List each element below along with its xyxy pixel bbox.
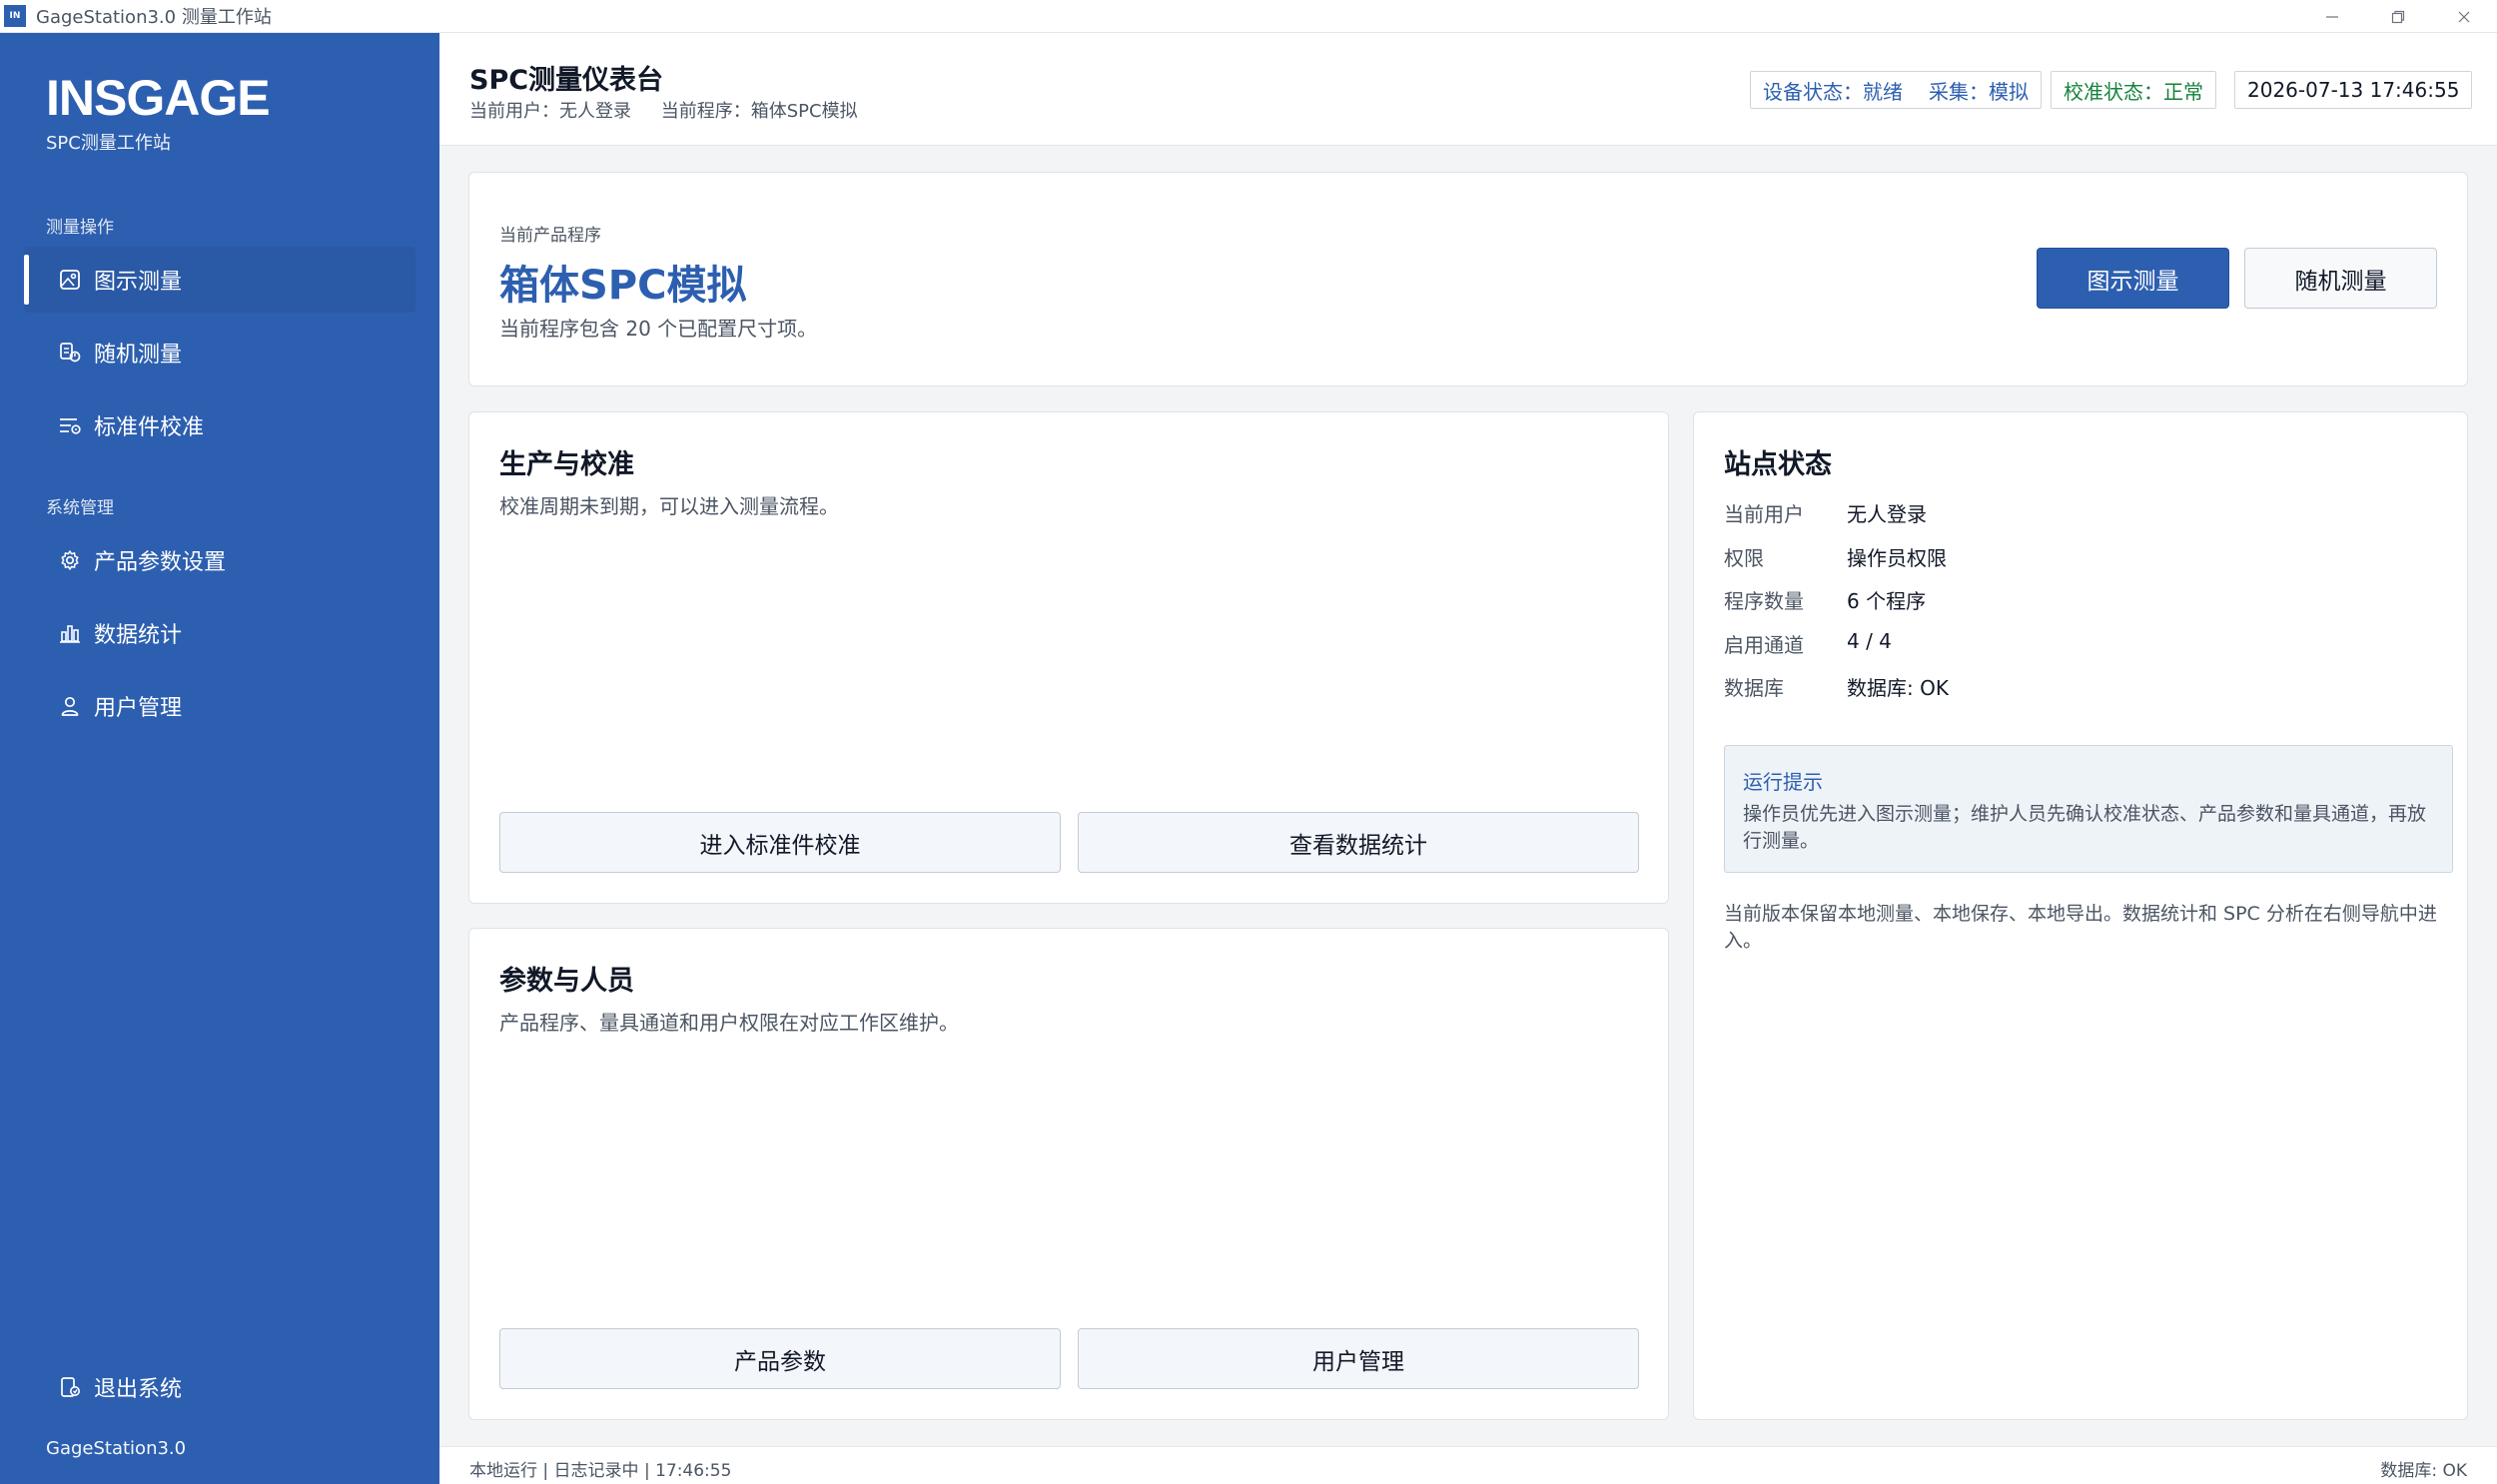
sidebar-item-user-management[interactable]: 用户管理: [24, 673, 416, 739]
sidebar-item-graphic-measure[interactable]: 图示测量: [24, 247, 416, 313]
info-key: 权限: [1724, 546, 1764, 570]
tip-text: 操作员优先进入图示测量；维护人员先确认校准状态、产品参数和量具通道，再放行测量。: [1743, 803, 2427, 852]
logout-icon: [56, 1373, 84, 1401]
info-row-channels: 启用通道 4 / 4: [1724, 629, 1892, 658]
brand-logo: INSGAGE: [46, 70, 271, 126]
app-logo-icon: IN: [4, 5, 26, 27]
info-row-user: 当前用户 无人登录: [1724, 498, 1927, 527]
calibration-icon: [56, 411, 84, 439]
random-measure-icon: [56, 339, 84, 367]
sidebar-item-data-stats[interactable]: 数据统计: [24, 600, 416, 666]
window-title: GageStation3.0 测量工作站: [36, 7, 272, 28]
station-footnote: 当前版本保留本地测量、本地保存、本地导出。数据统计和 SPC 分析在右侧导航中进…: [1724, 903, 2437, 952]
minimize-icon[interactable]: [2299, 0, 2365, 33]
sidebar-item-random-measure[interactable]: 随机测量: [24, 320, 416, 385]
sidebar-item-label: 产品参数设置: [94, 550, 227, 575]
restore-icon[interactable]: [2365, 0, 2431, 33]
window-controls: [2299, 0, 2497, 33]
run-tip-box: 运行提示 操作员优先进入图示测量；维护人员先确认校准状态、产品参数和量具通道，再…: [1724, 745, 2453, 873]
program-card-label: 当前产品程序: [499, 226, 601, 246]
info-value: 操作员权限: [1847, 546, 1947, 570]
info-value: 4 / 4: [1847, 629, 1892, 653]
calibration-status-badge: 校准状态：正常: [2051, 71, 2216, 109]
section-title-system: 系统管理: [46, 498, 114, 518]
header: SPC测量仪表台 当前用户：无人登录 当前程序：箱体SPC模拟 设备状态：就绪 …: [439, 33, 2497, 146]
info-row-database: 数据库 数据库: OK: [1724, 672, 1949, 701]
sidebar-item-label: 数据统计: [94, 623, 183, 648]
random-measure-button[interactable]: 随机测量: [2244, 248, 2437, 309]
view-statistics-button[interactable]: 查看数据统计: [1078, 812, 1639, 873]
logout-button[interactable]: 退出系统: [24, 1354, 416, 1420]
image-icon: [56, 266, 84, 294]
sidebar-item-label: 图示测量: [94, 270, 183, 295]
sidebar-item-label: 标准件校准: [94, 415, 205, 440]
params-card-title: 参数与人员: [499, 966, 634, 997]
sidebar: INSGAGE SPC测量工作站 测量操作 图示测量 随机测量 标准件校准 系统…: [0, 33, 439, 1484]
user-management-button[interactable]: 用户管理: [1078, 1328, 1639, 1389]
params-card-desc: 产品程序、量具通道和用户权限在对应工作区维护。: [499, 1011, 959, 1035]
acquisition-mode-text: 采集：模拟: [1929, 79, 2029, 104]
brand-subtitle: SPC测量工作站: [46, 133, 171, 154]
info-row-permission: 权限 操作员权限: [1724, 542, 1947, 571]
sidebar-item-calibration[interactable]: 标准件校准: [24, 392, 416, 458]
device-status-badge: 设备状态：就绪 采集：模拟: [1750, 71, 2042, 109]
window-titlebar: IN GageStation3.0 测量工作站: [0, 0, 2497, 33]
program-desc: 当前程序包含 20 个已配置尺寸项。: [499, 317, 818, 341]
page-meta: 当前用户：无人登录 当前程序：箱体SPC模拟: [469, 97, 882, 123]
info-value: 6 个程序: [1847, 589, 1927, 613]
production-card-title: 生产与校准: [499, 449, 634, 480]
logout-label: 退出系统: [94, 1377, 183, 1402]
station-status-card: 站点状态 当前用户 无人登录 权限 操作员权限 程序数量 6 个程序 启用通道 …: [1693, 411, 2468, 1420]
section-title-measure: 测量操作: [46, 218, 114, 238]
sidebar-version: GageStation3.0: [46, 1438, 187, 1459]
params-personnel-card: 参数与人员 产品程序、量具通道和用户权限在对应工作区维护。 产品参数 用户管理: [468, 928, 1669, 1420]
station-card-title: 站点状态: [1724, 449, 1832, 480]
current-program-text: 当前程序：箱体SPC模拟: [660, 101, 858, 122]
product-params-button[interactable]: 产品参数: [499, 1328, 1061, 1389]
statusbar: 本地运行 | 日志记录中 | 17:46:55 数据库: OK: [439, 1446, 2497, 1484]
datetime-display: 2026-07-13 17:46:55: [2234, 71, 2473, 109]
program-name: 箱体SPC模拟: [499, 263, 747, 309]
info-value: 数据库: OK: [1847, 676, 1949, 700]
info-key: 程序数量: [1724, 589, 1804, 613]
info-key: 数据库: [1724, 676, 1784, 700]
info-value: 无人登录: [1847, 502, 1927, 526]
statusbar-left-text: 本地运行 | 日志记录中 | 17:46:55: [469, 1461, 732, 1481]
sidebar-item-label: 随机测量: [94, 343, 183, 368]
sidebar-item-label: 用户管理: [94, 696, 183, 721]
info-key: 启用通道: [1724, 633, 1804, 657]
close-icon[interactable]: [2431, 0, 2497, 33]
production-card-desc: 校准周期未到期，可以进入测量流程。: [499, 494, 839, 518]
info-row-program-count: 程序数量 6 个程序: [1724, 585, 1926, 614]
program-card: 当前产品程序 箱体SPC模拟 当前程序包含 20 个已配置尺寸项。 图示测量 随…: [468, 172, 2468, 386]
gear-icon: [56, 546, 84, 574]
enter-calibration-button[interactable]: 进入标准件校准: [499, 812, 1061, 873]
graphic-measure-button[interactable]: 图示测量: [2037, 248, 2229, 309]
calibration-status-text: 校准状态：正常: [2064, 79, 2203, 104]
info-key: 当前用户: [1724, 502, 1804, 526]
device-status-text: 设备状态：就绪: [1763, 79, 1903, 104]
user-icon: [56, 692, 84, 720]
bar-chart-icon: [56, 619, 84, 647]
sidebar-item-product-params[interactable]: 产品参数设置: [24, 527, 416, 593]
page-title: SPC测量仪表台: [469, 65, 664, 96]
datetime-text: 2026-07-13 17:46:55: [2247, 78, 2460, 102]
current-user-text: 当前用户：无人登录: [469, 101, 631, 122]
production-calibration-card: 生产与校准 校准周期未到期，可以进入测量流程。 进入标准件校准 查看数据统计: [468, 411, 1669, 904]
statusbar-right-text: 数据库: OK: [2380, 1461, 2467, 1481]
tip-title: 运行提示: [1743, 770, 1823, 794]
